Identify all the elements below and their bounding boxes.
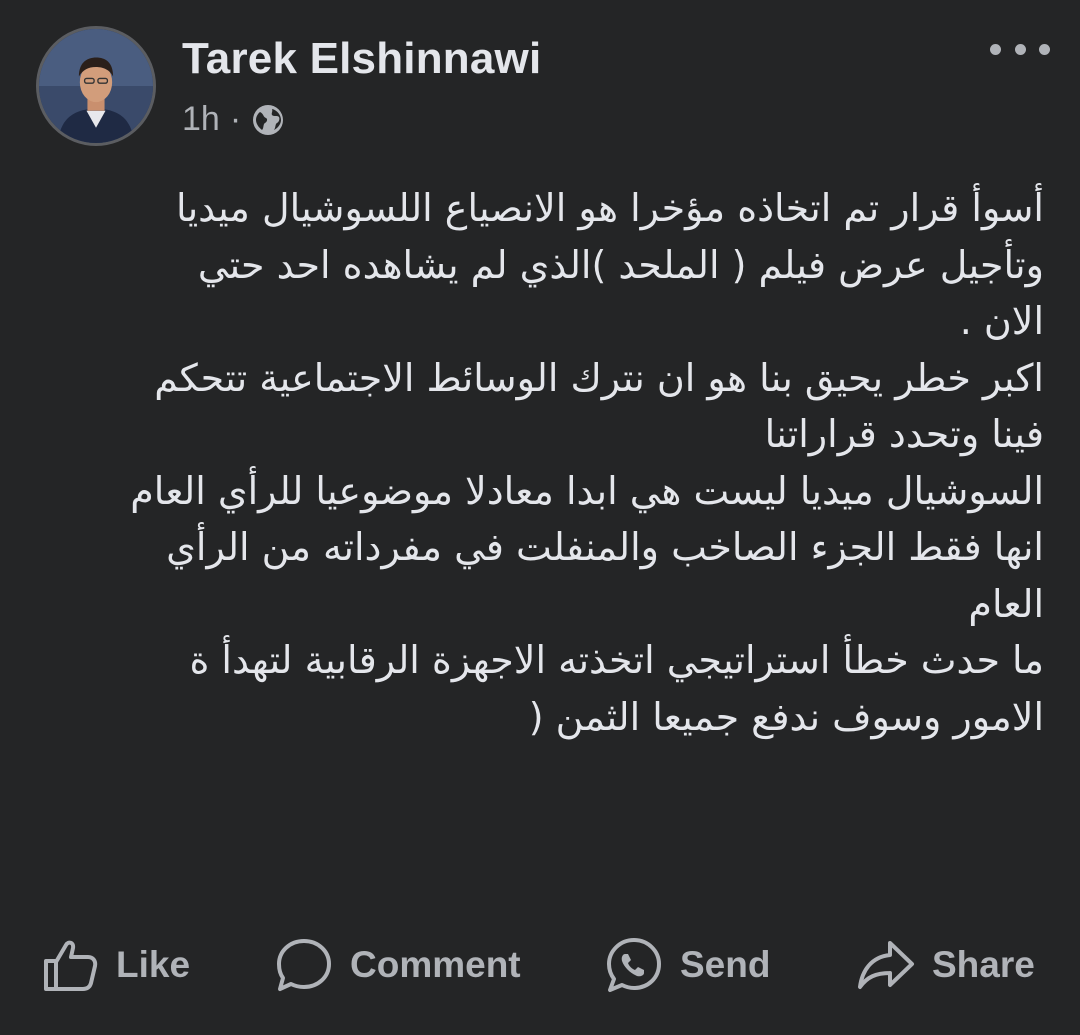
author-name[interactable]: Tarek Elshinnawi (182, 34, 541, 84)
post-text-line: انها فقط الجزء الصاخب والمنفلت في مفردات… (166, 525, 1044, 569)
action-bar: Like Comment Send Share (0, 930, 1080, 1000)
post-text-line: اكبر خطر يحيق بنا هو ان نترك الوسائط الا… (154, 355, 1044, 400)
thumbs-up-icon (44, 940, 98, 991)
share-label: Share (932, 944, 1035, 985)
post-time[interactable]: 1h (182, 100, 220, 139)
globe-icon[interactable] (251, 103, 285, 137)
post-text: أسوأ قرار تم اتخاذه مؤخرا هو الانصياع ال… (40, 180, 1044, 745)
post-text-line: الان . (959, 299, 1044, 343)
share-button[interactable]: Share (856, 930, 1035, 1000)
send-button[interactable]: Send (604, 930, 770, 1000)
comment-label: Comment (350, 944, 521, 985)
comment-bubble-icon (277, 939, 331, 991)
like-button[interactable]: Like (40, 930, 190, 1000)
more-options-icon[interactable] (990, 34, 1050, 64)
author-photo (39, 29, 153, 143)
post-text-line: ما حدث خطأ استراتيجي اتخذته الاجهزة الرق… (189, 638, 1044, 682)
send-label: Send (680, 944, 771, 985)
post-text-line: الامور وسوف ندفع جميعا الثمن ( (528, 694, 1044, 739)
share-arrow-icon (858, 941, 914, 989)
post-text-line: السوشيال ميديا ليست هي ابدا معادلا موضوع… (130, 468, 1044, 513)
post-card: Tarek Elshinnawi 1h · أسوأ قرار تم اتخاذ… (0, 0, 1080, 1035)
messenger-icon (607, 938, 661, 992)
meta-separator: · (229, 100, 242, 138)
post-text-line: وتأجيل عرض فيلم ( الملحد )الذي لم يشاهده… (197, 242, 1044, 287)
post-meta: 1h · (182, 100, 285, 139)
comment-button[interactable]: Comment (274, 930, 521, 1000)
post-text-line: أسوأ قرار تم اتخاذه مؤخرا هو الانصياع ال… (175, 186, 1044, 230)
author-avatar[interactable] (36, 26, 156, 146)
post-text-line: العام (968, 581, 1044, 626)
post-text-line: فينا وتحدد قراراتنا (764, 412, 1044, 456)
like-label: Like (116, 944, 191, 985)
